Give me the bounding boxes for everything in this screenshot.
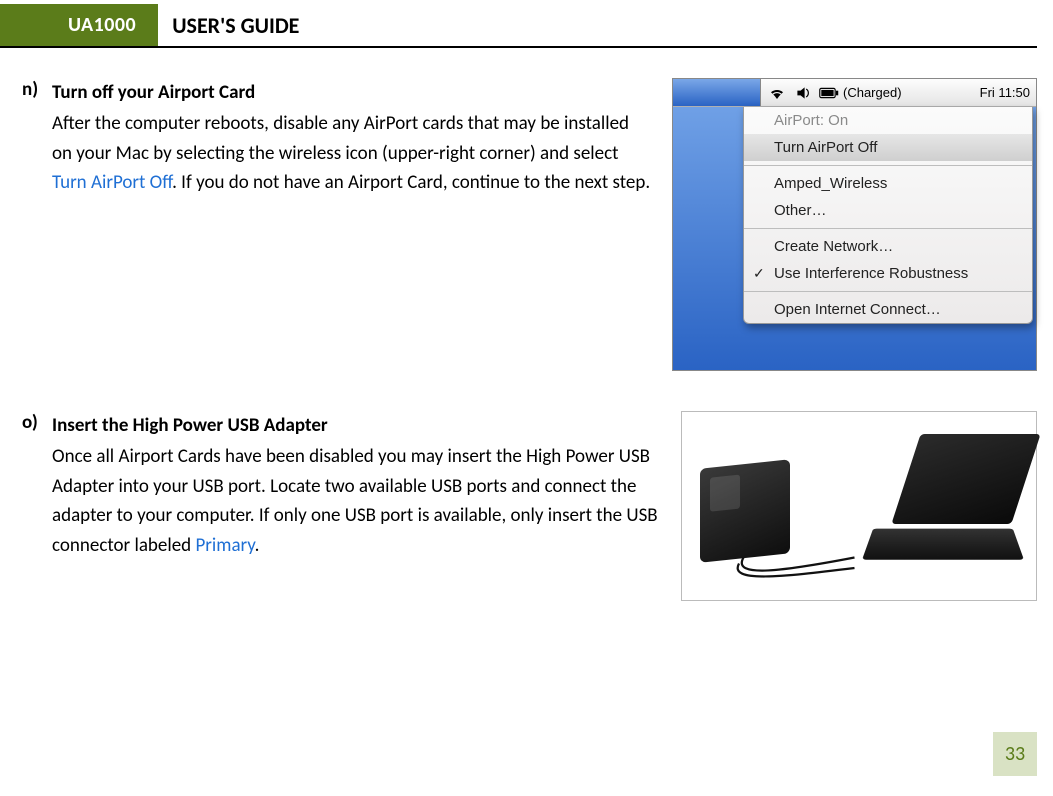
- step-o: o) Insert the High Power USB Adapter Onc…: [22, 411, 1037, 601]
- wifi-icon: [767, 83, 787, 103]
- menu-item-other[interactable]: Other…: [744, 197, 1032, 224]
- product-badge: UA1000: [0, 4, 158, 46]
- step-o-text-before: Once all Airport Cards have been disable…: [52, 445, 658, 556]
- menu-item-create-network[interactable]: Create Network…: [744, 233, 1032, 260]
- menu-item-airport-status: AirPort: On: [744, 107, 1032, 134]
- usb-cable-icon: [716, 562, 876, 580]
- step-o-link: Primary: [195, 534, 254, 557]
- menubar-desktop-sliver: [673, 79, 761, 106]
- checkmark-icon: ✓: [753, 265, 765, 282]
- step-o-text-after: .: [255, 534, 260, 557]
- step-n-text-before: After the computer reboots, disable any …: [52, 112, 629, 164]
- mac-menubar: (Charged) Fri 11:50: [673, 79, 1036, 107]
- figure-airport-menu: (Charged) Fri 11:50 AirPort: On Turn Air…: [672, 78, 1037, 371]
- airport-dropdown: AirPort: On Turn AirPort Off Amped_Wirel…: [743, 107, 1033, 324]
- menu-item-open-internet-connect[interactable]: Open Internet Connect…: [744, 296, 1032, 323]
- menu-item-network-amped[interactable]: Amped_Wireless: [744, 170, 1032, 197]
- laptop-icon: [866, 434, 1026, 584]
- menu-item-interference-robustness[interactable]: ✓ Use Interference Robustness: [744, 260, 1032, 287]
- step-n-text-after: . If you do not have an Airport Card, co…: [172, 171, 650, 194]
- menu-separator: [744, 165, 1032, 166]
- step-o-body: Insert the High Power USB Adapter Once a…: [52, 411, 681, 560]
- menu-item-turn-airport-off[interactable]: Turn AirPort Off: [744, 134, 1032, 161]
- battery-icon: [819, 83, 839, 103]
- step-o-title: Insert the High Power USB Adapter: [52, 411, 661, 440]
- menubar-clock: Fri 11:50: [980, 85, 1030, 100]
- volume-icon: [793, 83, 813, 103]
- step-n-body: Turn off your Airport Card After the com…: [52, 78, 672, 198]
- menu-separator: [744, 228, 1032, 229]
- step-n-link: Turn AirPort Off: [52, 171, 172, 194]
- page-number: 33: [993, 732, 1037, 776]
- battery-label: (Charged): [843, 85, 902, 100]
- menu-item-robust-label: Use Interference Robustness: [774, 265, 968, 282]
- figure-usb-adapter: [681, 411, 1037, 601]
- step-n-title: Turn off your Airport Card: [52, 78, 652, 107]
- page-content: n) Turn off your Airport Card After the …: [0, 48, 1053, 601]
- step-o-label: o): [22, 411, 52, 434]
- doc-title: USER'S GUIDE: [158, 4, 299, 46]
- menu-desktop-bg: AirPort: On Turn AirPort Off Amped_Wirel…: [673, 107, 1036, 370]
- usb-adapter-icon: [700, 459, 790, 562]
- menu-separator: [744, 291, 1032, 292]
- step-n: n) Turn off your Airport Card After the …: [22, 78, 1037, 371]
- step-n-label: n): [22, 78, 52, 101]
- page-header: UA1000 USER'S GUIDE: [0, 4, 1037, 48]
